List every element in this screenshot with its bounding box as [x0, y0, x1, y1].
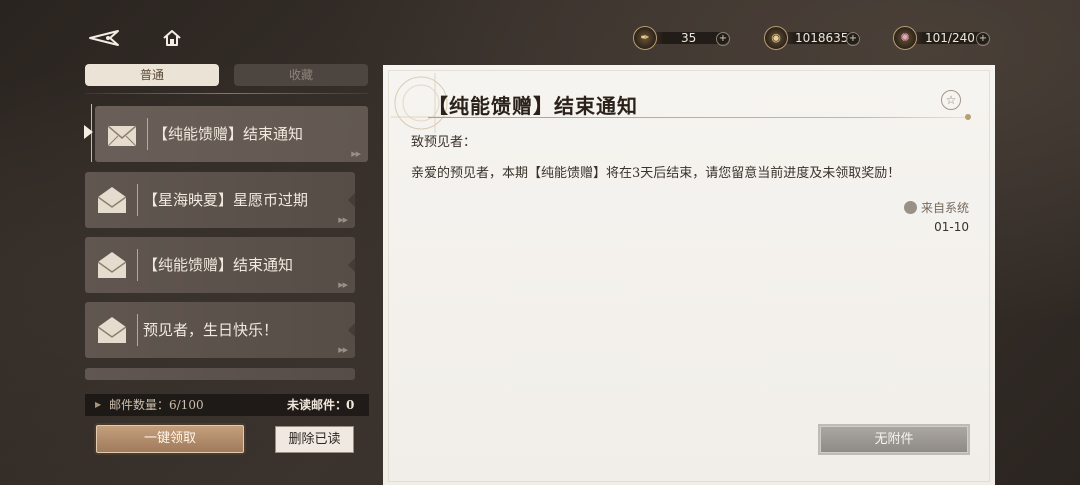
- add-stamina-button[interactable]: +: [716, 32, 730, 46]
- sender-avatar-icon: [903, 201, 917, 214]
- envelope-icon: [107, 125, 137, 147]
- delete-read-button[interactable]: 删除已读: [275, 426, 354, 453]
- title-underline-dot: [965, 114, 971, 120]
- selection-pointer-icon: [84, 125, 93, 139]
- unread-label: 未读邮件：: [287, 398, 348, 412]
- mail-notch: [348, 322, 356, 338]
- home-icon[interactable]: [162, 28, 182, 53]
- mail-separator: [137, 314, 138, 346]
- gold-coin-icon: ◉: [764, 26, 788, 50]
- mail-body: 亲爱的预见者，本期【纯能馈赠】将在3天后结束，请您留意当前进度及未领取奖励！: [411, 166, 901, 181]
- mail-separator: [137, 184, 138, 216]
- add-crystal-button[interactable]: +: [976, 32, 990, 46]
- mail-notch: [348, 257, 356, 273]
- mail-greeting: 致预见者：: [411, 135, 477, 150]
- title-underline: [428, 117, 968, 118]
- claim-all-button[interactable]: 一键领取: [96, 425, 244, 453]
- envelope-open-icon: [97, 252, 127, 278]
- mail-title: 预见者，生日快乐！: [143, 321, 279, 339]
- sender-name: 来自系统: [920, 201, 969, 215]
- gold-value: 1018635: [795, 31, 849, 45]
- crystal-orb-icon: ✺: [893, 26, 917, 50]
- gold-resource: ◉ 1018635 +: [764, 26, 864, 50]
- mail-item[interactable]: 预见者，生日快乐！ ▶▶: [85, 302, 356, 358]
- stamina-resource: ✒ 35 +: [633, 26, 733, 50]
- mail-sender: 来自系统: [903, 199, 969, 216]
- mail-item[interactable]: 【纯能馈赠】结束通知 ▶▶: [95, 106, 368, 162]
- unread-count: 0: [346, 398, 355, 412]
- add-gold-button[interactable]: +: [846, 32, 860, 46]
- tab-favorites[interactable]: 收藏: [234, 64, 368, 86]
- favorite-star-icon[interactable]: ☆: [941, 90, 961, 110]
- crystal-value: 101/240: [925, 31, 975, 45]
- mail-count: 邮件数量：6/100: [109, 398, 204, 412]
- mail-item[interactable]: 【星海映夏】星愿币过期 ▶▶: [85, 172, 356, 228]
- mail-arrows-icon: ▶▶: [338, 346, 348, 354]
- mail-item[interactable]: [85, 368, 355, 380]
- mail-notch: [348, 192, 356, 208]
- envelope-open-icon: [97, 317, 127, 343]
- mail-arrows-icon: ▶▶: [351, 150, 361, 158]
- mail-detail-title: 【纯能馈赠】结束通知: [428, 94, 638, 118]
- mail-title: 【纯能馈赠】结束通知: [153, 125, 304, 143]
- tab-divider: [85, 93, 368, 94]
- mail-count-bar: ▶ 邮件数量：6/100 未读邮件： 0: [85, 394, 369, 416]
- crystal-resource: ✺ 101/240 +: [893, 26, 993, 50]
- mail-item[interactable]: 【纯能馈赠】结束通知 ▶▶: [85, 237, 356, 293]
- count-marker-icon: ▶: [95, 400, 102, 409]
- mail-arrows-icon: ▶▶: [338, 281, 348, 289]
- mail-separator: [147, 118, 148, 150]
- mail-detail-panel: 【纯能馈赠】结束通知 ☆ 致预见者： 亲爱的预见者，本期【纯能馈赠】将在3天后结…: [383, 65, 995, 485]
- mail-date: 01-10: [934, 220, 969, 234]
- stamina-value: 35: [681, 31, 697, 45]
- mail-arrows-icon: ▶▶: [338, 216, 348, 224]
- envelope-open-icon: [97, 187, 127, 213]
- quill-stamina-icon: ✒: [633, 26, 657, 50]
- no-attachment-button[interactable]: 无附件: [820, 426, 968, 453]
- tab-normal[interactable]: 普通: [85, 64, 219, 86]
- mail-title: 【星海映夏】星愿币过期: [143, 191, 309, 209]
- mail-separator: [137, 249, 138, 281]
- back-arrow-icon[interactable]: [88, 28, 120, 53]
- mail-title: 【纯能馈赠】结束通知: [143, 256, 294, 274]
